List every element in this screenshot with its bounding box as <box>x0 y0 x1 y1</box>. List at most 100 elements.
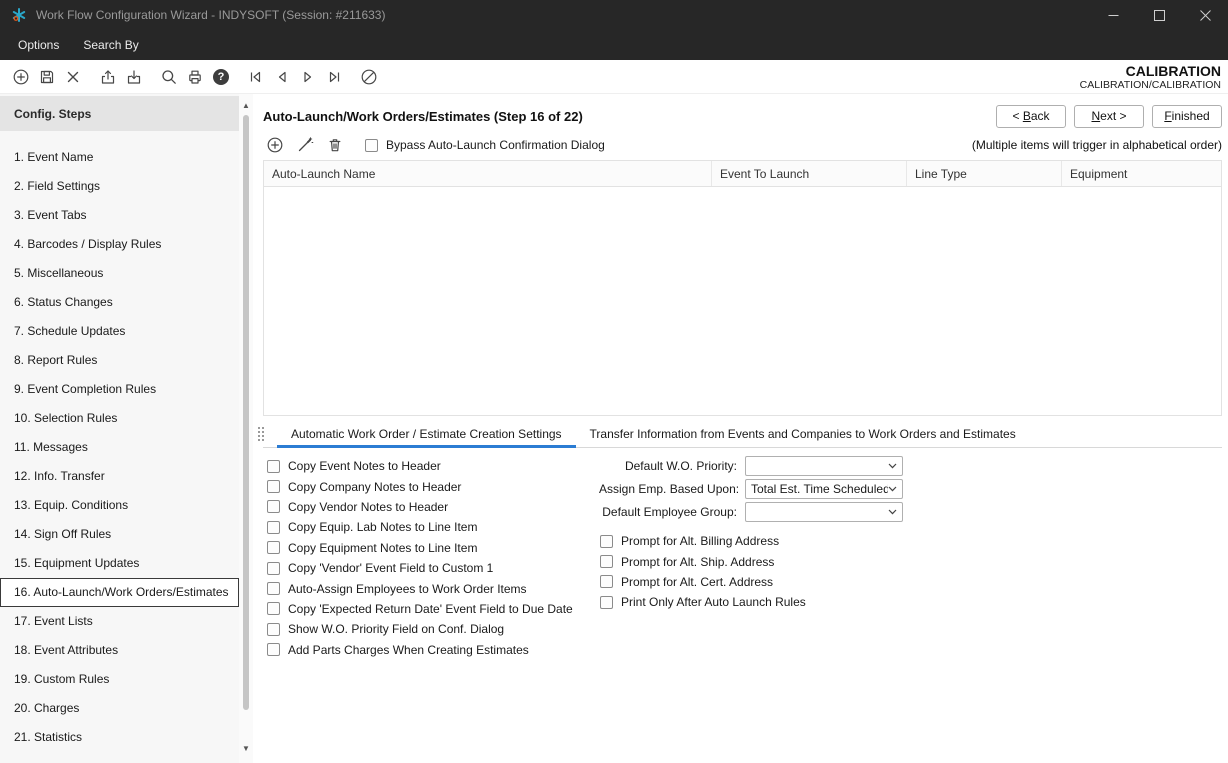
field-default-employee-group: Default Employee Group: <box>599 502 903 522</box>
previous-record-button[interactable] <box>269 64 295 90</box>
checkbox-label: Prompt for Alt. Ship. Address <box>621 555 774 569</box>
import-button[interactable] <box>121 64 147 90</box>
tab-automatic-work-order-estimate-creation-settings[interactable]: Automatic Work Order / Estimate Creation… <box>277 421 576 447</box>
sidebar-scrollbar[interactable]: ▲ ▼ <box>239 94 253 763</box>
dropdown-assign-emp-based-upon[interactable]: Total Est. Time Scheduled <box>745 479 903 499</box>
sidebar-item-11-messages[interactable]: 11. Messages <box>0 433 239 462</box>
add-button[interactable] <box>8 64 34 90</box>
checkbox-auto-assign-employees-to-work-order-items[interactable]: Auto-Assign Employees to Work Order Item… <box>267 578 587 598</box>
print-button[interactable] <box>182 64 208 90</box>
tab-transfer-information-from-events-and-companies-t[interactable]: Transfer Information from Events and Com… <box>576 421 1030 447</box>
checkbox-box[interactable] <box>267 521 280 534</box>
edit-auto-launch-button[interactable] <box>293 133 317 157</box>
menu-search-by[interactable]: Search By <box>83 38 138 52</box>
search-button[interactable] <box>156 64 182 90</box>
checkbox-box[interactable] <box>267 480 280 493</box>
delete-button[interactable] <box>60 64 86 90</box>
sidebar-item-13-equip-conditions[interactable]: 13. Equip. Conditions <box>0 491 239 520</box>
auto-launch-grid: Auto-Launch NameEvent To LaunchLine Type… <box>263 160 1222 416</box>
export-button[interactable] <box>95 64 121 90</box>
checkbox-copy-company-notes-to-header[interactable]: Copy Company Notes to Header <box>267 476 587 496</box>
settings-tabs: Automatic Work Order / Estimate Creation… <box>277 421 1030 447</box>
splitter-handle[interactable] <box>257 426 265 442</box>
checkbox-copy-expected-return-date-event-field-to-due-dat[interactable]: Copy 'Expected Return Date' Event Field … <box>267 599 587 619</box>
brand-subtitle: CALIBRATION/CALIBRATION <box>1080 79 1221 91</box>
checkbox-box[interactable] <box>267 562 280 575</box>
dropdown-default-employee-group[interactable] <box>745 502 903 522</box>
back-button[interactable]: < Back <box>996 105 1066 128</box>
sidebar-item-2-field-settings[interactable]: 2. Field Settings <box>0 172 239 201</box>
column-header-line-type[interactable]: Line Type <box>907 161 1062 186</box>
checkbox-print-only-after-auto-launch-rules[interactable]: Print Only After Auto Launch Rules <box>600 592 903 612</box>
checkbox-box[interactable] <box>267 500 280 513</box>
checkbox-show-w-o-priority-field-on-conf-dialog[interactable]: Show W.O. Priority Field on Conf. Dialog <box>267 619 587 639</box>
checkbox-box[interactable] <box>600 575 613 588</box>
checkbox-add-parts-charges-when-creating-estimates[interactable]: Add Parts Charges When Creating Estimate… <box>267 640 587 660</box>
checkbox-copy-vendor-notes-to-header[interactable]: Copy Vendor Notes to Header <box>267 497 587 517</box>
next-button[interactable]: Next > <box>1074 105 1144 128</box>
dropdown-default-w-o-priority[interactable] <box>745 456 903 476</box>
column-header-event-to-launch[interactable]: Event To Launch <box>712 161 907 186</box>
minimize-button[interactable] <box>1090 0 1136 30</box>
checkbox-box[interactable] <box>267 643 280 656</box>
column-header-auto-launch-name[interactable]: Auto-Launch Name <box>264 161 712 186</box>
help-button[interactable]: ? <box>208 64 234 90</box>
checkbox-box[interactable] <box>267 460 280 473</box>
sidebar-item-21-statistics[interactable]: 21. Statistics <box>0 723 239 752</box>
sidebar-item-17-event-lists[interactable]: 17. Event Lists <box>0 607 239 636</box>
sidebar-item-18-event-attributes[interactable]: 18. Event Attributes <box>0 636 239 665</box>
scrollbar-thumb[interactable] <box>243 115 249 710</box>
last-record-button[interactable] <box>321 64 347 90</box>
next-record-button[interactable] <box>295 64 321 90</box>
column-header-equipment[interactable]: Equipment <box>1062 161 1221 186</box>
sidebar-item-19-custom-rules[interactable]: 19. Custom Rules <box>0 665 239 694</box>
scroll-down-icon[interactable]: ▼ <box>239 742 253 756</box>
first-record-button[interactable] <box>243 64 269 90</box>
close-button[interactable] <box>1182 0 1228 30</box>
bypass-confirmation-checkbox[interactable]: Bypass Auto-Launch Confirmation Dialog <box>365 138 605 152</box>
sidebar-item-14-sign-off-rules[interactable]: 14. Sign Off Rules <box>0 520 239 549</box>
sidebar-item-9-event-completion-rules[interactable]: 9. Event Completion Rules <box>0 375 239 404</box>
sidebar-item-4-barcodes-display-rules[interactable]: 4. Barcodes / Display Rules <box>0 230 239 259</box>
checkbox-copy-equip-lab-notes-to-line-item[interactable]: Copy Equip. Lab Notes to Line Item <box>267 517 587 537</box>
app-body: Config. Steps 1. Event Name2. Field Sett… <box>0 94 1228 763</box>
sidebar-item-12-info-transfer[interactable]: 12. Info. Transfer <box>0 462 239 491</box>
sidebar-item-1-event-name[interactable]: 1. Event Name <box>0 143 239 172</box>
bypass-confirmation-label: Bypass Auto-Launch Confirmation Dialog <box>386 138 605 152</box>
sidebar-item-7-schedule-updates[interactable]: 7. Schedule Updates <box>0 317 239 346</box>
save-button[interactable] <box>34 64 60 90</box>
checkbox-label: Print Only After Auto Launch Rules <box>621 595 806 609</box>
print-icon <box>186 68 204 86</box>
checkbox-prompt-for-alt-cert-address[interactable]: Prompt for Alt. Cert. Address <box>600 572 903 592</box>
sidebar-item-5-miscellaneous[interactable]: 5. Miscellaneous <box>0 259 239 288</box>
checkbox-box[interactable] <box>267 582 280 595</box>
field-default-w-o-priority: Default W.O. Priority: <box>599 456 903 476</box>
checkbox-box[interactable] <box>365 139 378 152</box>
maximize-button[interactable] <box>1136 0 1182 30</box>
sidebar-item-16-auto-launch-work-orders-estimates[interactable]: 16. Auto-Launch/Work Orders/Estimates <box>0 578 239 607</box>
sidebar-item-8-report-rules[interactable]: 8. Report Rules <box>0 346 239 375</box>
finished-button[interactable]: Finished <box>1152 105 1222 128</box>
checkbox-box[interactable] <box>267 623 280 636</box>
void-button[interactable] <box>356 64 382 90</box>
sidebar-item-15-equipment-updates[interactable]: 15. Equipment Updates <box>0 549 239 578</box>
scroll-up-icon[interactable]: ▲ <box>239 99 253 113</box>
checkbox-prompt-for-alt-ship-address[interactable]: Prompt for Alt. Ship. Address <box>600 551 903 571</box>
checkbox-copy-equipment-notes-to-line-item[interactable]: Copy Equipment Notes to Line Item <box>267 538 587 558</box>
checkbox-copy-event-notes-to-header[interactable]: Copy Event Notes to Header <box>267 456 587 476</box>
sidebar-item-6-status-changes[interactable]: 6. Status Changes <box>0 288 239 317</box>
menu-options[interactable]: Options <box>18 38 59 52</box>
add-auto-launch-button[interactable] <box>263 133 287 157</box>
sidebar-item-3-event-tabs[interactable]: 3. Event Tabs <box>0 201 239 230</box>
checkbox-box[interactable] <box>600 535 613 548</box>
checkbox-box[interactable] <box>600 555 613 568</box>
checkbox-prompt-for-alt-billing-address[interactable]: Prompt for Alt. Billing Address <box>600 531 903 551</box>
sidebar-item-20-charges[interactable]: 20. Charges <box>0 694 239 723</box>
checkbox-box[interactable] <box>600 596 613 609</box>
last-record-icon <box>325 68 343 86</box>
sidebar-item-10-selection-rules[interactable]: 10. Selection Rules <box>0 404 239 433</box>
checkbox-copy-vendor-event-field-to-custom-1[interactable]: Copy 'Vendor' Event Field to Custom 1 <box>267 558 587 578</box>
delete-auto-launch-button[interactable] <box>323 133 347 157</box>
checkbox-box[interactable] <box>267 541 280 554</box>
checkbox-box[interactable] <box>267 602 280 615</box>
